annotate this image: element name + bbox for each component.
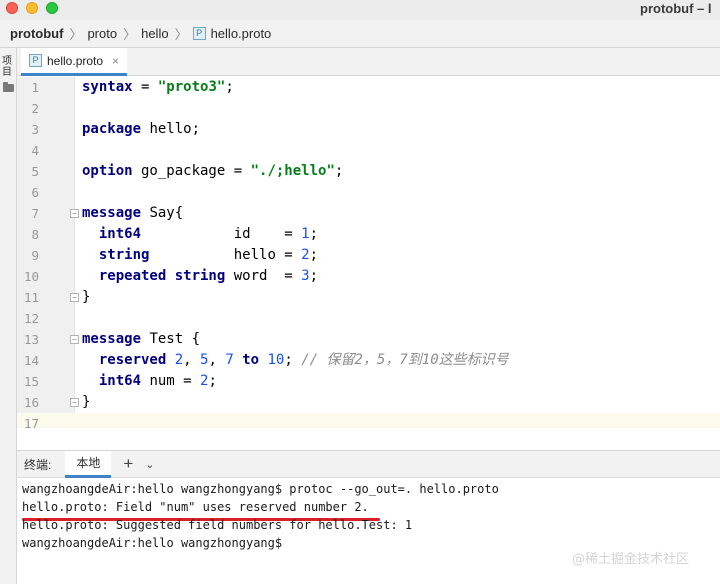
project-tool-button[interactable]: 项目 [2, 56, 14, 78]
chevron-right-icon: 〉 [174, 27, 188, 42]
code-line[interactable]: 4 [17, 140, 720, 161]
code-text: int64 num = 2; [98, 373, 217, 389]
watermark: @稀土掘金技术社区 [572, 552, 690, 567]
code-line[interactable]: 1 syntax = "proto3"; [17, 77, 720, 98]
code-line[interactable]: 14 reserved 2, 5, 7 to 10; // 保留2，5，7到10… [17, 350, 720, 371]
code-text: } [82, 289, 91, 305]
code-line[interactable]: 7 − message Say{ [17, 203, 720, 224]
chevron-right-icon: 〉 [69, 27, 83, 42]
line-number: 6 [31, 185, 39, 200]
code-editor[interactable]: 1 syntax = "proto3"; 2 3 package hello; 4 5 opt… [17, 77, 720, 428]
terminal-line: wangzhoangdeAir:hello wangzhongyang$ [22, 536, 283, 550]
bottom-tool-strip [0, 450, 17, 584]
code-text: string hello = 2; [98, 247, 319, 263]
code-text: message Test { [82, 331, 201, 347]
fold-toggle-icon[interactable]: − [70, 398, 79, 407]
fold-toggle-icon[interactable]: − [70, 209, 79, 218]
code-line[interactable]: 16 −} [17, 392, 720, 413]
terminal-output[interactable]: wangzhoangdeAir:hello wangzhongyang$ pro… [17, 478, 720, 584]
proto-file-icon: P [29, 54, 42, 67]
breadcrumb-item-project[interactable]: protobuf [10, 26, 63, 41]
code-text: syntax = "proto3"; [82, 79, 234, 95]
terminal-title: 终端: [24, 457, 52, 472]
line-number: 12 [23, 311, 39, 326]
code-text: package hello; [82, 121, 201, 137]
zoom-window-button[interactable] [46, 2, 58, 14]
code-line[interactable]: 17 [17, 413, 720, 428]
code-line[interactable]: 10 repeated string word = 3; [17, 266, 720, 287]
code-line[interactable]: 12 [17, 308, 720, 329]
code-text: } [82, 394, 91, 410]
line-number: 1 [31, 80, 39, 95]
close-icon[interactable]: × [112, 54, 119, 68]
fold-toggle-icon[interactable]: − [70, 293, 79, 302]
breadcrumb: protobuf 〉 proto 〉 hello 〉 P hello.proto [0, 20, 720, 48]
terminal-line: hello.proto: Suggested field numbers for… [22, 518, 413, 532]
code-text: message Say{ [82, 205, 184, 221]
line-number: 2 [31, 101, 39, 116]
tab-label: hello.proto [47, 53, 104, 68]
terminal-line: wangzhoangdeAir:hello wangzhongyang$ pro… [22, 482, 499, 496]
line-number: 7 [31, 206, 39, 221]
chevron-down-icon[interactable]: ⌄ [145, 458, 154, 471]
code-text: int64 id = 1; [98, 226, 319, 242]
code-line[interactable]: 8 int64 id = 1; [17, 224, 720, 245]
window-title: protobuf – l [640, 1, 712, 16]
chevron-right-icon: 〉 [123, 27, 137, 42]
code-text: option go_package = "./;hello"; [82, 163, 344, 179]
breadcrumb-item-proto[interactable]: proto [87, 26, 117, 41]
code-line[interactable]: 2 [17, 98, 720, 119]
code-text: repeated string word = 3; [98, 268, 319, 284]
terminal-tab-local[interactable]: 本地 [65, 450, 112, 478]
terminal-header: 终端: 本地 + ⌄ [17, 450, 720, 478]
line-number: 8 [31, 227, 39, 242]
line-number: 9 [31, 248, 39, 263]
code-line[interactable]: 9 string hello = 2; [17, 245, 720, 266]
editor-tab-bar: P hello.proto × [17, 48, 720, 76]
proto-file-icon: P [192, 27, 206, 40]
project-tool-strip: 项目 [0, 48, 17, 450]
tab-hello-proto[interactable]: P hello.proto × [21, 48, 128, 76]
line-number: 5 [31, 164, 39, 179]
code-text: reserved 2, 5, 7 to 10; // 保留2，5，7到10这些标… [98, 352, 509, 368]
code-line[interactable]: 3 package hello; [17, 119, 720, 140]
code-line[interactable]: 13 − message Test { [17, 329, 720, 350]
minimize-window-button[interactable] [26, 2, 38, 14]
folder-icon[interactable] [3, 82, 14, 92]
line-number: 4 [31, 143, 39, 158]
line-number: 16 [23, 395, 39, 410]
line-number: 11 [23, 290, 39, 305]
line-number: 15 [23, 374, 39, 389]
code-line[interactable]: 5 option go_package = "./;hello"; [17, 161, 720, 182]
line-number: 14 [23, 353, 39, 368]
terminal-line: hello.proto: Field "num" uses reserved n… [22, 500, 369, 514]
fold-toggle-icon[interactable]: − [70, 335, 79, 344]
code-line[interactable]: 15 int64 num = 2; [17, 371, 720, 392]
breadcrumb-item-file[interactable]: hello.proto [211, 26, 272, 41]
add-icon[interactable]: + [123, 454, 133, 474]
code-line[interactable]: 11 −} [17, 287, 720, 308]
title-bar: protobuf – l [0, 0, 720, 20]
line-number: 17 [23, 416, 39, 428]
line-number: 13 [23, 332, 39, 347]
breadcrumb-item-hello[interactable]: hello [141, 26, 168, 41]
close-window-button[interactable] [6, 2, 18, 14]
code-line[interactable]: 6 [17, 182, 720, 203]
line-number: 10 [23, 269, 39, 284]
line-number: 3 [31, 122, 39, 137]
